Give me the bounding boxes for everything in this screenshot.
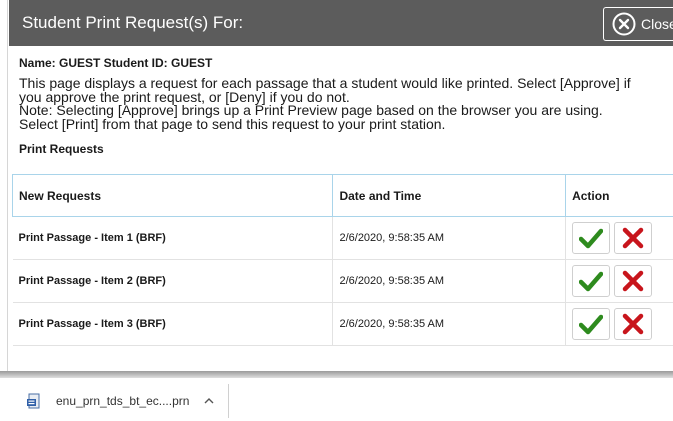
download-shelf: enu_prn_tds_bt_ec....prn (0, 378, 673, 421)
instruction-line: Select [Print] from that page to send th… (19, 115, 446, 132)
download-filename: enu_prn_tds_bt_ec....prn (56, 394, 190, 408)
request-datetime: 2/6/2020, 9:58:35 AM (332, 259, 566, 303)
deny-button[interactable] (614, 265, 653, 297)
column-header-new-requests: New Requests (11, 174, 334, 217)
page-edge (0, 0, 8, 375)
action-cell (565, 216, 673, 260)
request-name: Print Passage - Item 1 (BRF) (12, 216, 333, 260)
deny-button[interactable] (614, 222, 653, 254)
dialog-body: Name: GUEST Student ID: GUEST This page … (19, 56, 673, 156)
checkmark-icon (579, 314, 604, 335)
chevron-up-icon[interactable] (203, 395, 215, 407)
request-name: Print Passage - Item 2 (BRF) (12, 259, 333, 303)
table-row: Print Passage - Item 1 (BRF) 2/6/2020, 9… (12, 216, 673, 260)
action-cell (565, 259, 673, 303)
student-info: Name: GUEST Student ID: GUEST (19, 56, 213, 70)
table-row: Print Passage - Item 2 (BRF) 2/6/2020, 9… (12, 259, 673, 303)
close-button[interactable]: Close (603, 7, 673, 41)
request-datetime: 2/6/2020, 9:58:35 AM (332, 216, 566, 260)
approve-button[interactable] (572, 308, 611, 340)
x-mark-icon (622, 270, 644, 292)
action-cell (565, 302, 673, 346)
request-name: Print Passage - Item 3 (BRF) (12, 302, 333, 346)
x-mark-icon (622, 313, 644, 335)
screen: Student Print Request(s) For: Close Name… (0, 0, 673, 421)
download-item[interactable]: enu_prn_tds_bt_ec....prn (26, 390, 215, 412)
deny-button[interactable] (614, 308, 653, 340)
file-icon (27, 393, 40, 409)
dialog-titlebar: Student Print Request(s) For: Close (9, 0, 673, 46)
table-header-row: New Requests Date and Time Action (11, 174, 673, 217)
table-row: Print Passage - Item 3 (BRF) 2/6/2020, 9… (12, 302, 673, 346)
checkmark-icon (579, 228, 604, 249)
dialog-title: Student Print Request(s) For: (22, 13, 244, 32)
approve-button[interactable] (572, 265, 611, 297)
column-header-action: Action (565, 174, 673, 217)
shelf-divider (228, 384, 229, 418)
close-label: Close (641, 16, 673, 32)
instructions: This page displays a request for each pa… (19, 76, 673, 132)
close-icon (612, 12, 636, 36)
checkmark-icon (579, 271, 604, 292)
column-header-date-time: Date and Time (332, 174, 567, 217)
approve-button[interactable] (572, 222, 611, 254)
section-title: Print Requests (19, 142, 104, 157)
x-mark-icon (622, 227, 644, 249)
print-requests-table: New Requests Date and Time Action Print … (11, 174, 673, 346)
request-datetime: 2/6/2020, 9:58:35 AM (332, 302, 566, 346)
